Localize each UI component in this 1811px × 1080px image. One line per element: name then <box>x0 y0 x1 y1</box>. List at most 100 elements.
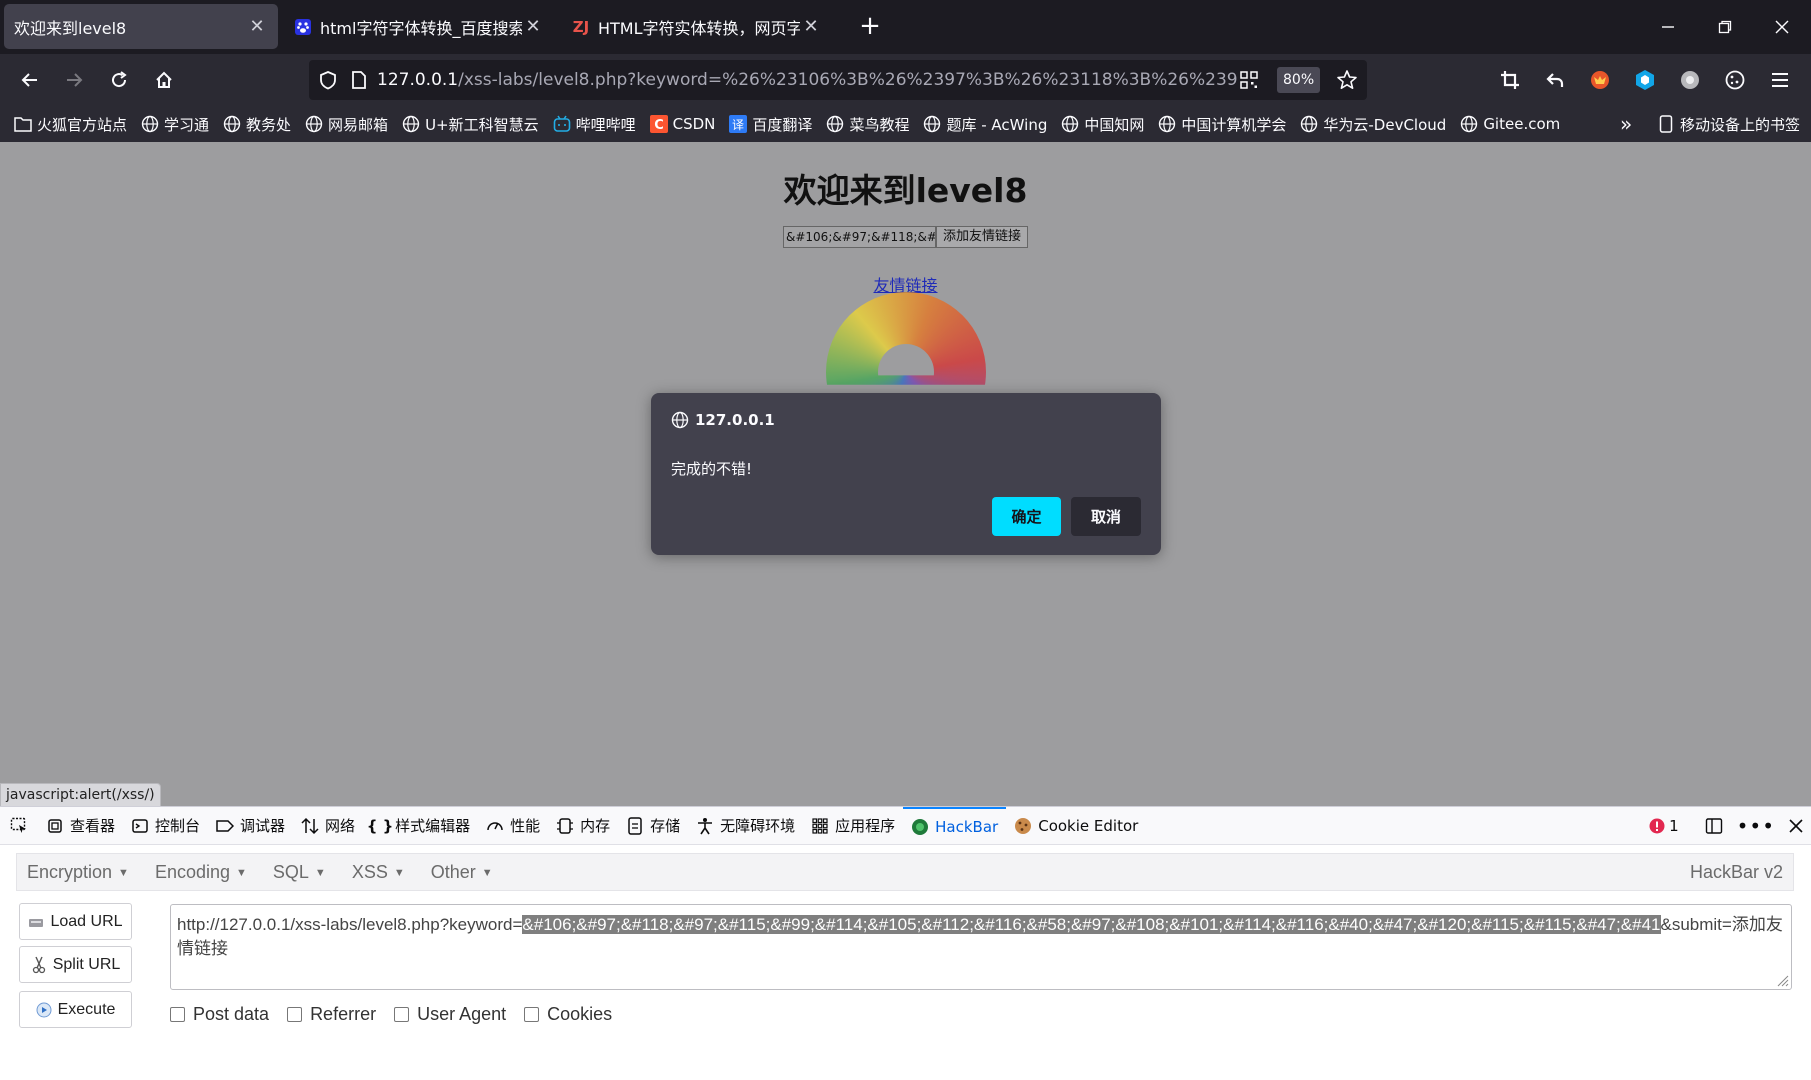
user-agent-checkbox[interactable] <box>394 1007 410 1022</box>
cookie-icon <box>1014 817 1032 835</box>
menu-encryption[interactable]: Encryption ▼ <box>27 862 129 883</box>
more-options-icon[interactable]: ••• <box>1737 814 1775 838</box>
tab-cookie-editor[interactable]: Cookie Editor <box>1006 807 1146 845</box>
storage-icon <box>626 816 644 835</box>
bookmark-csdn[interactable]: C CSDN <box>649 115 715 133</box>
url-bar[interactable]: 127.0.0.1/xss-labs/level8.php?keyword=%2… <box>309 60 1367 100</box>
translate-icon: 译 <box>729 115 748 133</box>
reload-icon[interactable] <box>101 62 137 98</box>
error-count-text: 1 <box>1669 817 1679 835</box>
tab-html-entity[interactable]: ZJ HTML字符实体转换，网页字符 ✕ <box>562 4 832 49</box>
bookmark-bilibili[interactable]: 哔哩哔哩 <box>553 114 636 135</box>
bookmark-star-icon[interactable] <box>1336 69 1358 91</box>
hamburger-menu-icon[interactable] <box>1762 62 1798 98</box>
bookmark-acwing[interactable]: 题库 - AcWing <box>923 114 1047 135</box>
fox-extension-icon[interactable] <box>1582 62 1618 98</box>
new-tab-plus-icon[interactable]: + <box>855 12 885 42</box>
ok-button[interactable]: 确定 <box>992 497 1061 536</box>
tab-label: 网络 <box>325 817 356 835</box>
zj-logo-icon: ZJ <box>572 17 590 36</box>
bookmark-ccf[interactable]: 中国计算机学会 <box>1158 114 1286 135</box>
bookmark-jiaowuchu[interactable]: 教务处 <box>223 114 291 135</box>
bookmark-firefox-site[interactable]: 火狐官方站点 <box>14 114 127 135</box>
page-info-icon[interactable] <box>351 70 367 90</box>
tab-application[interactable]: 应用程序 <box>803 807 903 845</box>
user-agent-option[interactable]: User Agent <box>394 1004 506 1025</box>
tab-hackbar[interactable]: HackBar <box>903 806 1007 845</box>
tab-inspector[interactable]: 查看器 <box>38 807 123 845</box>
tab-performance[interactable]: 性能 <box>478 807 548 845</box>
tab-storage[interactable]: 存储 <box>618 807 688 845</box>
cube-extension-icon[interactable] <box>1627 62 1663 98</box>
dock-side-icon[interactable] <box>1705 817 1723 835</box>
bookmark-label: 菜鸟教程 <box>849 115 910 134</box>
undo-arrow-icon[interactable] <box>1537 62 1573 98</box>
home-icon[interactable] <box>146 62 182 98</box>
bookmarks-overflow-chevron-icon[interactable]: » <box>1620 112 1632 136</box>
bookmark-u-plus[interactable]: U+新工科智慧云 <box>402 114 539 135</box>
tab-baidu-search[interactable]: html字符字体转换_百度搜索 ✕ <box>284 4 554 49</box>
execute-button[interactable]: Execute <box>19 991 132 1028</box>
window-close-icon[interactable] <box>1762 10 1802 44</box>
menu-other[interactable]: Other ▼ <box>431 862 493 883</box>
split-url-button[interactable]: Split URL <box>19 946 132 983</box>
zoom-level-badge[interactable]: 80% <box>1277 67 1321 93</box>
close-devtools-icon[interactable] <box>1789 819 1803 833</box>
tab-accessibility[interactable]: 无障碍环境 <box>688 807 803 845</box>
referrer-option[interactable]: Referrer <box>287 1004 376 1025</box>
tab-style-editor[interactable]: { } 样式编辑器 <box>363 807 478 845</box>
menu-xss[interactable]: XSS ▼ <box>352 862 405 883</box>
crop-screenshot-icon[interactable] <box>1492 62 1528 98</box>
post-data-option[interactable]: Post data <box>170 1004 269 1025</box>
bookmark-label: 百度翻译 <box>752 115 813 134</box>
cancel-button[interactable]: 取消 <box>1071 497 1141 536</box>
bookmark-label: 中国知网 <box>1084 115 1145 134</box>
application-icon <box>811 817 829 835</box>
bookmark-163-mail[interactable]: 网易邮箱 <box>305 114 388 135</box>
tab-debugger[interactable]: 调试器 <box>208 807 293 845</box>
load-url-icon <box>28 914 44 930</box>
close-icon[interactable]: ✕ <box>800 16 822 38</box>
mobile-bookmarks[interactable]: 移动设备上的书签 <box>1657 114 1800 135</box>
resize-grip-icon[interactable] <box>1775 973 1789 987</box>
close-icon[interactable]: ✕ <box>522 16 544 38</box>
cookies-option[interactable]: Cookies <box>524 1004 612 1025</box>
tab-network[interactable]: 网络 <box>293 807 363 845</box>
menu-encoding[interactable]: Encoding ▼ <box>155 862 247 883</box>
globe-icon <box>402 115 420 133</box>
load-url-button[interactable]: Load URL <box>19 903 132 940</box>
cookies-checkbox[interactable] <box>524 1007 540 1022</box>
option-label: User Agent <box>417 1004 507 1024</box>
bookmark-xuexitong[interactable]: 学习通 <box>141 114 209 135</box>
error-count[interactable]: 1 <box>1649 817 1679 835</box>
qr-code-icon[interactable] <box>1240 71 1258 89</box>
gray-extension-icon[interactable] <box>1672 62 1708 98</box>
bookmark-runoob[interactable]: 菜鸟教程 <box>826 114 909 135</box>
keyword-input[interactable]: &#106;&#97;&#118;&# <box>783 226 936 248</box>
minimize-icon[interactable] <box>1648 10 1688 44</box>
bookmark-baidu-translate[interactable]: 译 百度翻译 <box>729 114 812 135</box>
bookmark-cnki[interactable]: 中国知网 <box>1061 114 1144 135</box>
menu-sql[interactable]: SQL ▼ <box>273 862 326 883</box>
back-arrow-icon[interactable] <box>12 62 48 98</box>
forward-arrow-icon[interactable] <box>56 62 92 98</box>
url-text[interactable]: 127.0.0.1/xss-labs/level8.php?keyword=%2… <box>377 70 1237 90</box>
post-data-checkbox[interactable] <box>170 1007 185 1022</box>
tab-level8[interactable]: 欢迎来到level8 ✕ <box>4 4 278 49</box>
restore-icon[interactable] <box>1705 10 1745 44</box>
close-icon[interactable]: ✕ <box>246 16 268 38</box>
bookmark-gitee[interactable]: Gitee.com <box>1460 115 1560 133</box>
button-label: Load URL <box>50 912 123 930</box>
dialog-origin: 127.0.0.1 <box>671 411 775 429</box>
referrer-checkbox[interactable] <box>287 1007 303 1022</box>
performance-icon <box>486 817 504 835</box>
hackbar-url-textarea[interactable]: http://127.0.0.1/xss-labs/level8.php?key… <box>170 904 1792 990</box>
bookmark-huawei-devcloud[interactable]: 华为云-DevCloud <box>1300 114 1446 135</box>
globe-icon <box>305 115 323 133</box>
tab-console[interactable]: 控制台 <box>123 807 208 845</box>
add-link-button[interactable]: 添加友情链接 <box>936 226 1028 248</box>
tab-memory[interactable]: 内存 <box>548 807 618 845</box>
shield-icon[interactable] <box>319 70 337 90</box>
cookie-extension-icon[interactable] <box>1717 62 1753 98</box>
element-picker-icon[interactable] <box>0 807 38 845</box>
